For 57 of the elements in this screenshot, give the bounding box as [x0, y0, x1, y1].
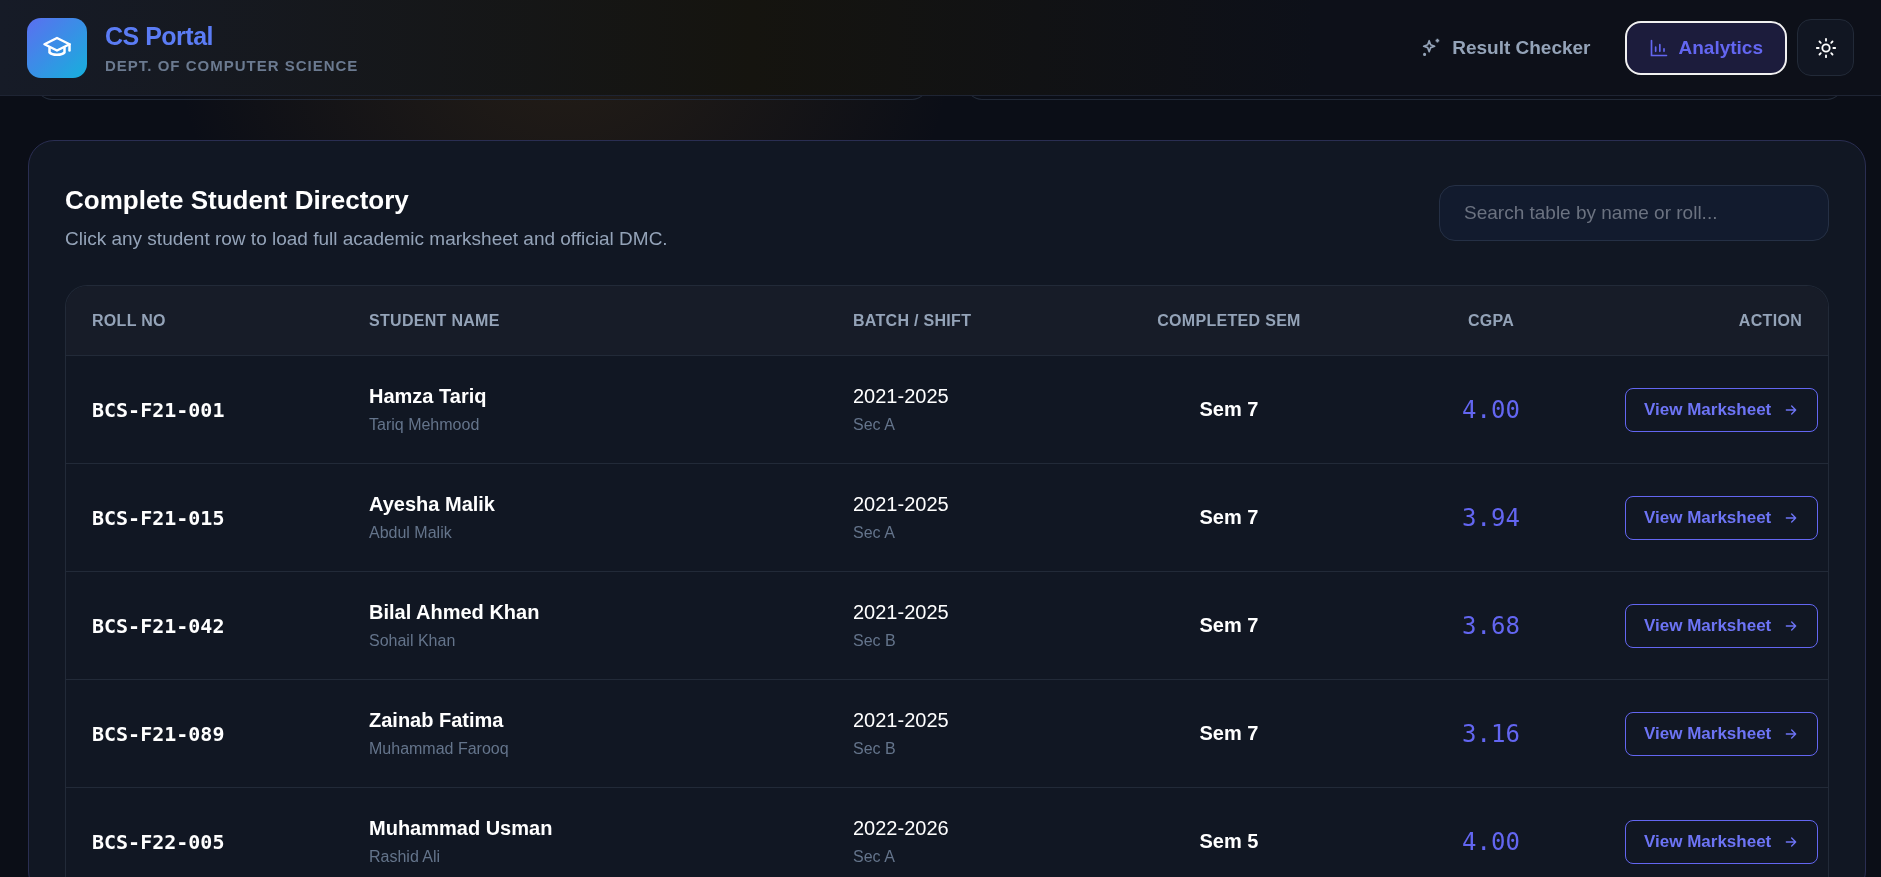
- section-label: Sec A: [853, 524, 895, 542]
- semester-value: Sem 7: [1199, 506, 1259, 528]
- batch-years: 2021-2025: [853, 493, 949, 516]
- section-label: Sec B: [853, 632, 896, 650]
- student-name: Muhammad Usman: [369, 817, 553, 840]
- graduation-cap-icon[interactable]: [27, 17, 87, 78]
- semester-value: Sem 7: [1199, 614, 1259, 636]
- column-header: ROLL NO: [92, 311, 167, 330]
- view-marksheet-button[interactable]: View Marksheet: [1625, 711, 1819, 756]
- theme-toggle-button[interactable]: [1797, 19, 1854, 76]
- guardian-name: Rashid Ali: [369, 848, 441, 866]
- section-label: Sec A: [853, 416, 895, 434]
- nav-tab[interactable]: Result Checker: [1396, 20, 1615, 75]
- view-marksheet-button[interactable]: View Marksheet: [1625, 819, 1819, 864]
- student-name: Ayesha Malik: [369, 493, 495, 516]
- search-field[interactable]: Search table by name or roll...: [1439, 185, 1829, 241]
- roll-number: BCS-F21-042: [92, 613, 226, 638]
- guardian-name: Sohail Khan: [369, 632, 456, 650]
- guardian-name: Tariq Mehmood: [369, 416, 480, 434]
- section-label: Sec B: [853, 740, 896, 758]
- section-label: Sec A: [853, 848, 895, 866]
- semester-value: Sem 7: [1199, 722, 1259, 744]
- portal-title: CS Portal: [105, 21, 215, 51]
- roll-number: BCS-F22-005: [92, 829, 226, 854]
- directory-description: Click any student row to load full academic marksheet and official DMC.: [65, 228, 668, 250]
- batch-years: 2021-2025: [853, 601, 949, 624]
- roll-number: BCS-F21-001: [92, 397, 226, 422]
- cgpa-value: 4.00: [1462, 827, 1520, 856]
- view-marksheet-button[interactable]: View Marksheet: [1625, 603, 1819, 648]
- student-name: Hamza Tariq: [369, 385, 487, 408]
- guardian-name: Muhammad Farooq: [369, 740, 509, 758]
- nav-tab[interactable]: Analytics: [1624, 20, 1787, 75]
- batch-years: 2022-2026: [853, 817, 949, 840]
- semester-value: Sem 5: [1199, 830, 1259, 852]
- roll-number: BCS-F21-089: [92, 721, 226, 746]
- student-name: Zainab Fatima: [369, 709, 504, 732]
- guardian-name: Abdul Malik: [369, 524, 452, 542]
- view-marksheet-button[interactable]: View Marksheet: [1625, 495, 1819, 540]
- batch-years: 2021-2025: [853, 709, 949, 732]
- cgpa-value: 3.94: [1462, 503, 1520, 532]
- department-subtitle: DEPT. OF COMPUTER SCIENCE: [105, 56, 359, 74]
- column-header: ACTION: [1738, 311, 1802, 330]
- student-name: Bilal Ahmed Khan: [369, 601, 540, 624]
- roll-number: BCS-F21-015: [92, 505, 226, 530]
- cgpa-value: 3.16: [1462, 719, 1520, 748]
- view-marksheet-button[interactable]: View Marksheet: [1625, 387, 1819, 432]
- sun-icon: [1814, 36, 1837, 59]
- column-header: BATCH / SHIFT: [853, 311, 973, 330]
- cgpa-value: 3.68: [1462, 611, 1520, 640]
- directory-title: Complete Student Directory: [65, 185, 410, 216]
- column-header: STUDENT NAME: [369, 311, 501, 330]
- semester-value: Sem 7: [1199, 398, 1259, 420]
- batch-years: 2021-2025: [853, 385, 949, 408]
- cgpa-value: 4.00: [1462, 395, 1520, 424]
- column-header: CGPA: [1467, 311, 1515, 330]
- column-header: COMPLETED SEM: [1157, 311, 1301, 330]
- bar-chart-icon: [1648, 37, 1669, 58]
